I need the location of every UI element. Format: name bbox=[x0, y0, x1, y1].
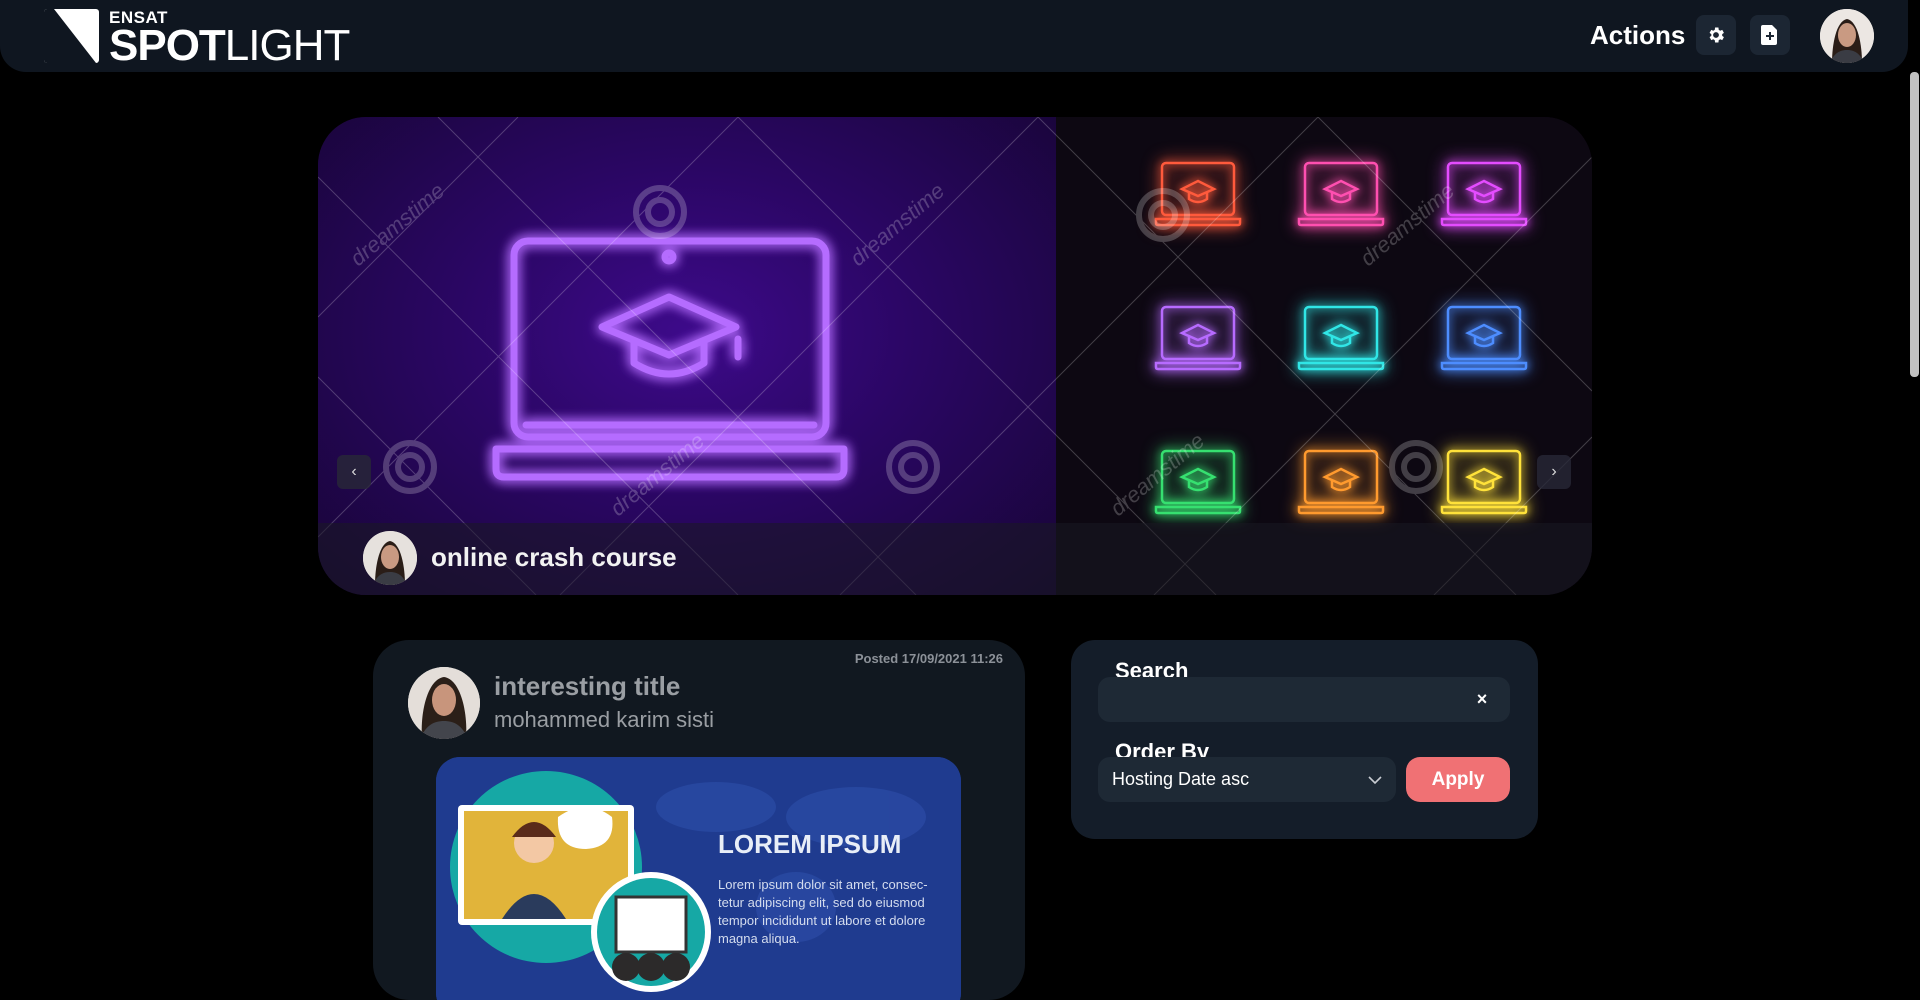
post-date: Posted 17/09/2021 11:26 bbox=[854, 651, 1003, 666]
svg-text:dreamstime: dreamstime bbox=[605, 428, 709, 521]
apply-button[interactable]: Apply bbox=[1406, 757, 1510, 802]
filter-panel: Search × Order By Hosting Date asc Apply bbox=[1071, 640, 1538, 839]
gear-icon bbox=[1709, 27, 1724, 43]
carousel-next-button[interactable]: › bbox=[1537, 455, 1571, 489]
brand-logo[interactable]: ENSAT SPOTLIGHT bbox=[44, 9, 350, 69]
svg-text:dreamstime: dreamstime bbox=[845, 178, 949, 271]
slide-author-avatar[interactable] bbox=[363, 531, 417, 585]
svg-text:dreamstime: dreamstime bbox=[345, 178, 449, 271]
actions-label: Actions bbox=[1590, 20, 1686, 50]
post-author-name[interactable]: mohammed karim sisti bbox=[494, 707, 714, 733]
settings-button[interactable] bbox=[1696, 15, 1736, 55]
add-file-icon bbox=[1761, 25, 1777, 45]
search-input[interactable] bbox=[1098, 677, 1510, 722]
order-by-select[interactable]: Hosting Date asc bbox=[1098, 757, 1396, 802]
logo-mark-icon bbox=[44, 9, 99, 63]
chevron-right-icon: › bbox=[1551, 463, 1557, 480]
chevron-left-icon: ‹ bbox=[351, 463, 357, 480]
carousel-prev-button[interactable]: ‹ bbox=[337, 455, 371, 489]
svg-text:dreamstime: dreamstime bbox=[1355, 178, 1459, 271]
add-post-button[interactable] bbox=[1750, 15, 1790, 55]
clear-search-icon[interactable]: × bbox=[1471, 688, 1493, 710]
post-image[interactable]: LOREM IPSUM Lorem ipsum dolor sit amet, … bbox=[436, 757, 961, 1000]
page-scrollbar[interactable] bbox=[1908, 0, 1920, 979]
chevron-down-icon bbox=[1368, 775, 1382, 784]
brand-light-text: LIGHT bbox=[224, 21, 351, 70]
post-author-avatar[interactable] bbox=[408, 667, 480, 739]
top-navbar: ENSAT SPOTLIGHT Actions bbox=[0, 0, 1908, 72]
svg-text:dreamstime: dreamstime bbox=[1105, 428, 1209, 521]
post-image-heading: LOREM IPSUM bbox=[718, 829, 901, 859]
slide-title[interactable]: online crash course bbox=[431, 542, 677, 573]
user-avatar[interactable] bbox=[1820, 9, 1874, 63]
post-card[interactable]: Posted 17/09/2021 11:26 interesting titl… bbox=[373, 640, 1025, 1000]
brand-bold-text: SPOT bbox=[109, 21, 226, 70]
post-title[interactable]: interesting title bbox=[494, 671, 680, 702]
featured-carousel[interactable]: dreamstime dreamstime dreamstime dreamst… bbox=[318, 117, 1592, 595]
scrollbar-thumb[interactable] bbox=[1910, 72, 1919, 377]
order-by-value: Hosting Date asc bbox=[1112, 769, 1250, 789]
